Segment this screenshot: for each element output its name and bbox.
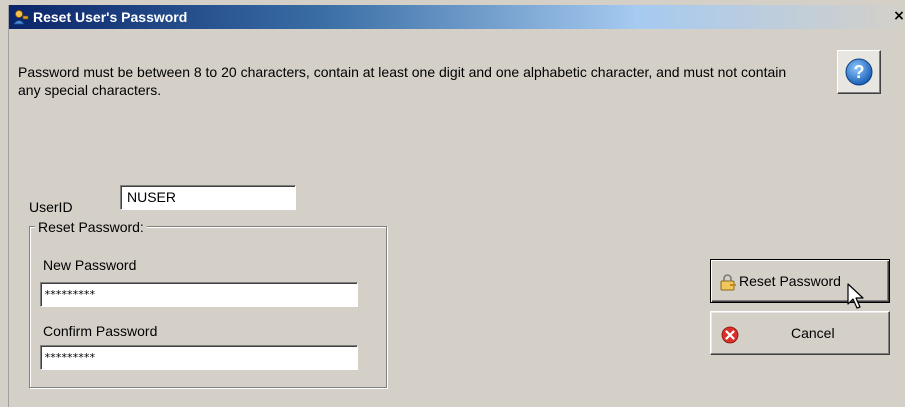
- mouse-pointer-icon: [847, 283, 864, 309]
- user-key-icon: [13, 9, 29, 25]
- svg-text:?: ?: [854, 62, 865, 82]
- reset-password-dialog: Reset User's Password × Password must be…: [8, 5, 905, 407]
- cancel-button[interactable]: Cancel: [710, 311, 890, 355]
- userid-field[interactable]: NUSER: [120, 185, 296, 210]
- dialog-title: Reset User's Password: [33, 9, 188, 25]
- new-password-field[interactable]: *********: [40, 282, 358, 307]
- cancel-label: Cancel: [791, 325, 835, 341]
- red-x-circle-icon: [721, 326, 739, 344]
- key-lock-icon: [719, 274, 737, 292]
- reset-password-label: Reset Password: [739, 273, 841, 289]
- new-password-label: New Password: [43, 257, 137, 273]
- help-question-icon: ?: [845, 58, 873, 86]
- title-bar[interactable]: Reset User's Password ×: [9, 5, 905, 29]
- help-button[interactable]: ?: [837, 50, 881, 94]
- reset-password-legend: Reset Password:: [35, 219, 147, 235]
- reset-password-group: Reset Password: New Password ********* C…: [29, 219, 387, 388]
- password-rules-text: Password must be between 8 to 20 charact…: [18, 64, 787, 98]
- confirm-password-label: Confirm Password: [43, 323, 158, 339]
- confirm-password-field[interactable]: *********: [40, 345, 358, 370]
- userid-label: UserID: [29, 199, 73, 215]
- close-button[interactable]: ×: [892, 7, 905, 25]
